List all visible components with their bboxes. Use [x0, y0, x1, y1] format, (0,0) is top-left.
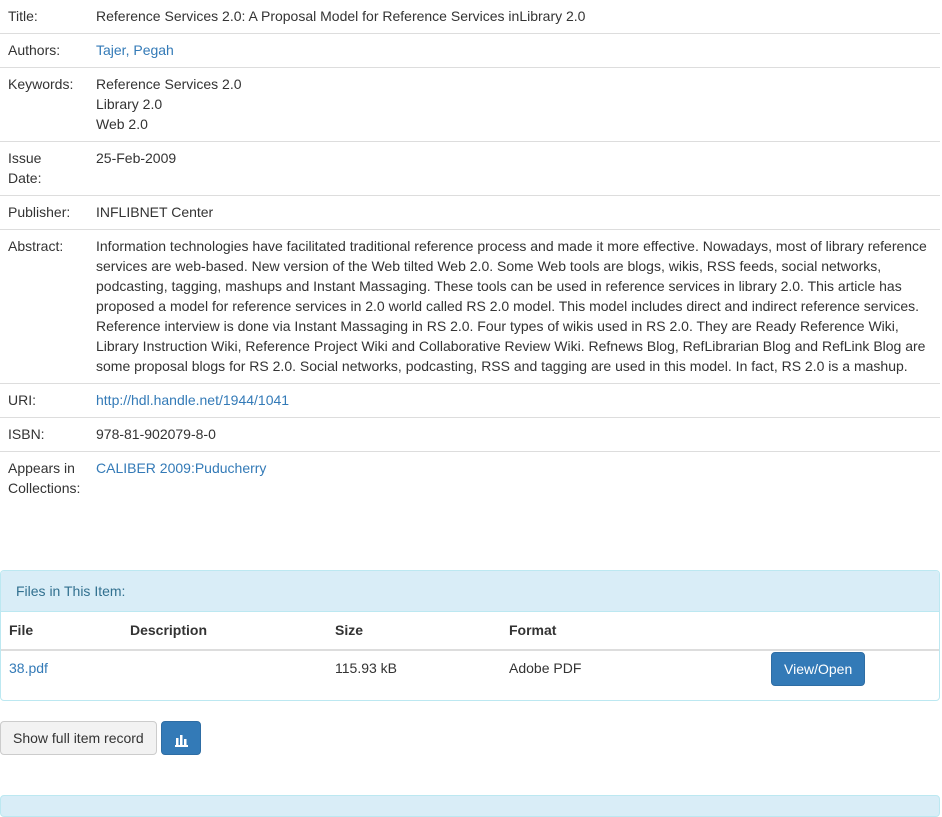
file-format: Adobe PDF — [509, 660, 582, 676]
column-header-format: Format — [501, 612, 762, 651]
issue-date-label-line: Date: — [8, 170, 42, 186]
metadata-row-title: Title: Reference Services 2.0: A Proposa… — [0, 0, 940, 34]
uri-link[interactable]: http://hdl.handle.net/1944/1041 — [96, 392, 289, 408]
abstract-line: services are web-based. New version of t… — [96, 258, 882, 274]
metadata-row-isbn: ISBN: 978-81-902079-8-0 — [0, 417, 940, 452]
issue-date-label: Issue Date: — [0, 141, 80, 196]
issue-date-value: 25-Feb-2009 — [80, 141, 940, 196]
metadata-row-issue-date: Issue Date: 25-Feb-2009 — [0, 141, 940, 196]
abstract-line: Library Instruction Wiki, Reference Proj… — [96, 338, 926, 354]
table-row: 38.pdf 115.93 kB Adobe PDF View/Open — [1, 650, 939, 693]
issue-date-label-line: Issue — [8, 150, 42, 166]
column-header-description: Description — [122, 612, 327, 651]
isbn-value: 978-81-902079-8-0 — [80, 417, 940, 452]
show-full-record-button[interactable]: Show full item record — [0, 721, 157, 755]
isbn-label: ISBN: — [0, 417, 80, 452]
title-value: Reference Services 2.0: A Proposal Model… — [80, 0, 940, 34]
keyword: Reference Services 2.0 — [96, 76, 242, 92]
files-panel: Files in This Item: File Description Siz… — [0, 570, 940, 701]
view-open-button[interactable]: View/Open — [771, 652, 866, 686]
publisher-value: INFLIBNET Center — [80, 195, 940, 230]
collections-label-line: Collections: — [8, 480, 81, 496]
abstract-line: podcasting, tagging, mashups and Instant… — [96, 278, 902, 294]
column-header-file: File — [1, 612, 122, 651]
metadata-row-abstract: Abstract: Information technologies have … — [0, 229, 940, 384]
bar-chart-icon — [175, 732, 189, 747]
author-link[interactable]: Tajer, Pegah — [96, 42, 174, 58]
item-metadata-table: Title: Reference Services 2.0: A Proposa… — [0, 0, 940, 505]
collection-link[interactable]: CALIBER 2009:Puducherry — [96, 460, 266, 476]
abstract-line: Reference interview is done via Instant … — [96, 318, 899, 334]
uri-label: URI: — [0, 383, 80, 418]
metadata-row-uri: URI: http://hdl.handle.net/1944/1041 — [0, 383, 940, 418]
files-table-header: File Description Size Format — [1, 612, 939, 651]
publisher-label: Publisher: — [0, 195, 80, 230]
title-label: Title: — [0, 0, 80, 34]
file-link[interactable]: 38.pdf — [9, 660, 48, 676]
abstract-line: proposed a model for reference services … — [96, 298, 920, 314]
metadata-row-collections: Appears in Collections: CALIBER 2009:Pud… — [0, 452, 940, 506]
files-panel-heading: Files in This Item: — [1, 571, 939, 612]
column-header-action — [762, 612, 939, 651]
abstract-label: Abstract: — [0, 229, 80, 384]
keywords-label: Keywords: — [0, 67, 80, 142]
next-panel-heading — [0, 795, 940, 817]
file-description — [122, 650, 327, 693]
column-header-size: Size — [327, 612, 501, 651]
file-size: 115.93 kB — [335, 660, 398, 676]
keyword: Web 2.0 — [96, 116, 148, 132]
abstract-value: Information technologies have facilitate… — [80, 229, 940, 384]
files-table: File Description Size Format 38.pdf 115.… — [1, 612, 939, 693]
metadata-row-keywords: Keywords: Reference Services 2.0 Library… — [0, 67, 940, 142]
metadata-row-authors: Authors: Tajer, Pegah — [0, 33, 940, 68]
metadata-row-publisher: Publisher: INFLIBNET Center — [0, 195, 940, 230]
keyword: Library 2.0 — [96, 96, 163, 112]
abstract-line: Information technologies have facilitate… — [96, 238, 927, 254]
collections-label: Appears in Collections: — [0, 452, 80, 506]
authors-label: Authors: — [0, 33, 80, 68]
statistics-button[interactable] — [161, 721, 201, 755]
collections-label-line: Appears in — [8, 460, 75, 476]
abstract-line: some proposal blogs for RS 2.0. Social n… — [96, 358, 908, 374]
